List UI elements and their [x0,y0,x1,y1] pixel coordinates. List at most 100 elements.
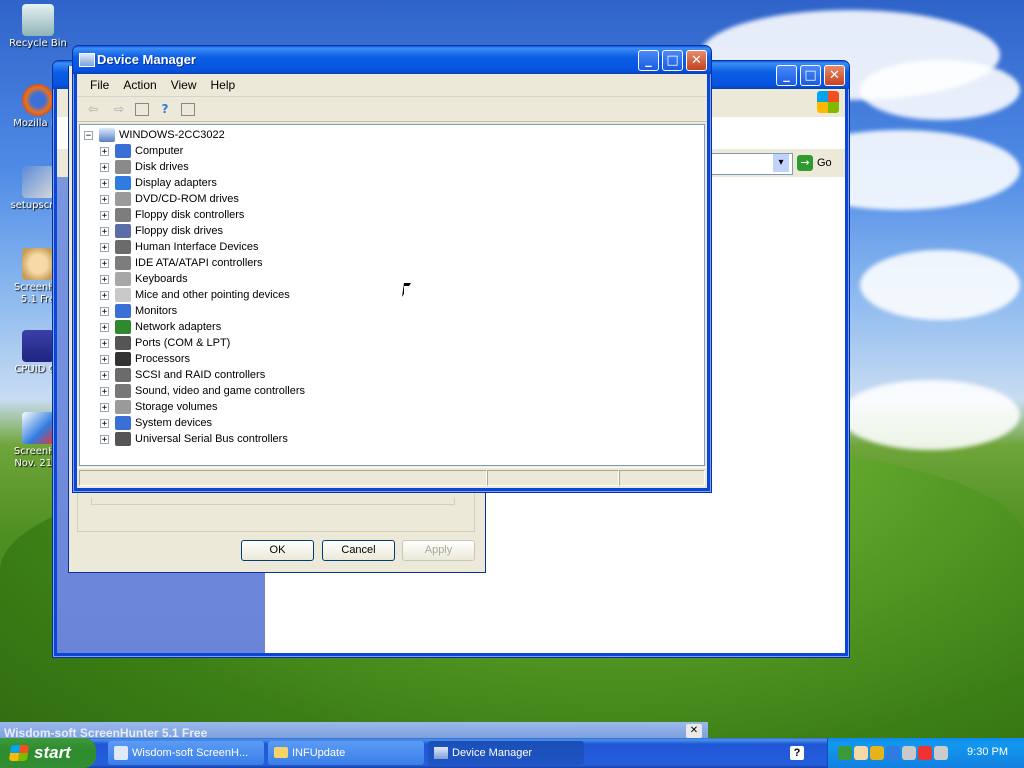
minimize-button[interactable]: _ [776,65,797,86]
menu-file[interactable]: File [83,78,116,92]
expand-icon[interactable]: + [100,322,109,332]
expand-icon[interactable]: + [100,402,109,412]
tree-node[interactable]: + Sound, video and game controllers [100,383,305,399]
tree-node[interactable]: + Mice and other pointing devices [100,287,290,303]
system-tray: 9:30 PM [827,738,1024,768]
status-pane-3 [619,470,705,486]
tree-node-label: Human Interface Devices [135,241,259,253]
tray-icon-4[interactable] [886,746,900,760]
recycle-bin-icon [22,4,54,36]
tree-node[interactable]: + Floppy disk controllers [100,207,244,223]
storage-volume-icon [115,400,131,414]
tree-node[interactable]: + Universal Serial Bus controllers [100,431,288,447]
tray-volume-icon[interactable] [902,746,916,760]
tray-icon-6[interactable] [918,746,932,760]
tree-node-label: System devices [135,417,213,429]
device-manager-client: File Action View Help ⇦ ⇨ ? − WINDOWS-2C… [77,74,707,488]
apply-button[interactable]: Apply [402,540,475,561]
taskbar-item-screenhunter[interactable]: Wisdom-soft ScreenH... [108,741,264,765]
tree-node[interactable]: + Keyboards [100,271,188,287]
tree-node[interactable]: + Storage volumes [100,399,218,415]
tree-node-label: Ports (COM & LPT) [135,337,231,349]
tree-node[interactable]: + SCSI and RAID controllers [100,367,265,383]
tray-network-icon[interactable] [934,746,948,760]
device-manager-window[interactable]: Device Manager _ □ ✕ File Action View He… [72,45,712,493]
maximize-button[interactable]: □ [662,50,683,71]
firefox-icon [22,84,54,116]
expand-icon[interactable]: + [100,306,109,316]
tree-root[interactable]: − WINDOWS-2CC3022 [84,127,225,143]
menu-view[interactable]: View [164,78,204,92]
taskbar-item-infupdate[interactable]: INFUpdate [268,741,424,765]
expand-icon[interactable]: + [100,338,109,348]
desktop-icon-recycle-bin[interactable]: Recycle Bin [0,4,76,50]
tree-node[interactable]: + Processors [100,351,190,367]
close-button[interactable]: ✕ [686,50,707,71]
tree-node[interactable]: + IDE ATA/ATAPI controllers [100,255,263,271]
close-button[interactable]: ✕ [824,65,845,86]
tray-hand-icon[interactable] [854,746,868,760]
expand-icon[interactable]: + [100,194,109,204]
window-title: Device Manager [97,52,196,67]
show-hide-console-tree-icon[interactable] [135,102,149,116]
device-manager-titlebar[interactable]: Device Manager _ □ ✕ [73,46,711,74]
hidden-window-titlebar[interactable]: Wisdom-soft ScreenHunter 5.1 Free ✕ [0,722,708,738]
tree-node[interactable]: + Network adapters [100,319,221,335]
tree-node-label: Sound, video and game controllers [135,385,305,397]
menu-action[interactable]: Action [116,78,163,92]
taskbar-item-device-manager[interactable]: Device Manager [428,741,584,765]
tree-node-label: Floppy disk controllers [135,209,245,221]
tree-node[interactable]: + Ports (COM & LPT) [100,335,230,351]
menu-help[interactable]: Help [204,78,243,92]
ide-controller-icon [115,256,131,270]
ok-button[interactable]: OK [241,540,314,561]
expand-icon[interactable]: + [100,242,109,252]
show-hide-action-pane-icon[interactable] [181,102,195,116]
tree-node[interactable]: + System devices [100,415,212,431]
windows-logo-icon [8,745,30,761]
expand-icon[interactable]: + [100,274,109,284]
tree-node[interactable]: + Floppy disk drives [100,223,223,239]
close-icon[interactable]: ✕ [686,724,702,738]
expand-icon[interactable]: + [100,178,109,188]
expand-icon[interactable]: + [100,370,109,380]
scsi-icon [115,368,131,382]
tree-node-label: IDE ATA/ATAPI controllers [135,257,263,269]
processor-icon [115,352,131,366]
maximize-button[interactable]: □ [800,65,821,86]
expand-icon[interactable]: + [100,162,109,172]
expand-icon[interactable]: + [100,290,109,300]
forward-arrow-icon[interactable]: ⇨ [109,100,129,118]
tree-node[interactable]: + Disk drives [100,159,189,175]
tree-node[interactable]: + Monitors [100,303,177,319]
expand-icon[interactable]: + [100,386,109,396]
tree-node-label: Network adapters [135,321,222,333]
properties-help-icon[interactable]: ? [155,100,175,118]
tray-icon-1[interactable] [838,746,852,760]
expand-icon[interactable]: + [100,434,109,444]
tray-shield-icon[interactable] [870,746,884,760]
minimize-button[interactable]: _ [638,50,659,71]
clock[interactable]: 9:30 PM [967,746,1008,758]
help-icon[interactable]: ? [790,746,804,760]
tree-node[interactable]: + Human Interface Devices [100,239,259,255]
expand-icon[interactable]: + [100,226,109,236]
hand-icon [22,248,54,280]
back-arrow-icon[interactable]: ⇦ [83,100,103,118]
expand-icon[interactable]: + [100,354,109,364]
collapse-icon[interactable]: − [84,130,93,140]
expand-icon[interactable]: + [100,258,109,268]
tree-node[interactable]: + DVD/CD-ROM drives [100,191,239,207]
tree-node-label: Processors [135,353,191,365]
tree-node[interactable]: + Display adapters [100,175,217,191]
tree-node[interactable]: + Computer [100,143,183,159]
tree-node-label: Universal Serial Bus controllers [135,433,288,445]
cancel-button[interactable]: Cancel [322,540,395,561]
go-button[interactable]: → Go [797,153,832,173]
expand-icon[interactable]: + [100,146,109,156]
start-button[interactable]: start [0,738,96,768]
expand-icon[interactable]: + [100,418,109,428]
address-dropdown-button[interactable]: ▾ [773,154,789,172]
expand-icon[interactable]: + [100,210,109,220]
desktop-icon-label: Recycle Bin [9,38,67,49]
